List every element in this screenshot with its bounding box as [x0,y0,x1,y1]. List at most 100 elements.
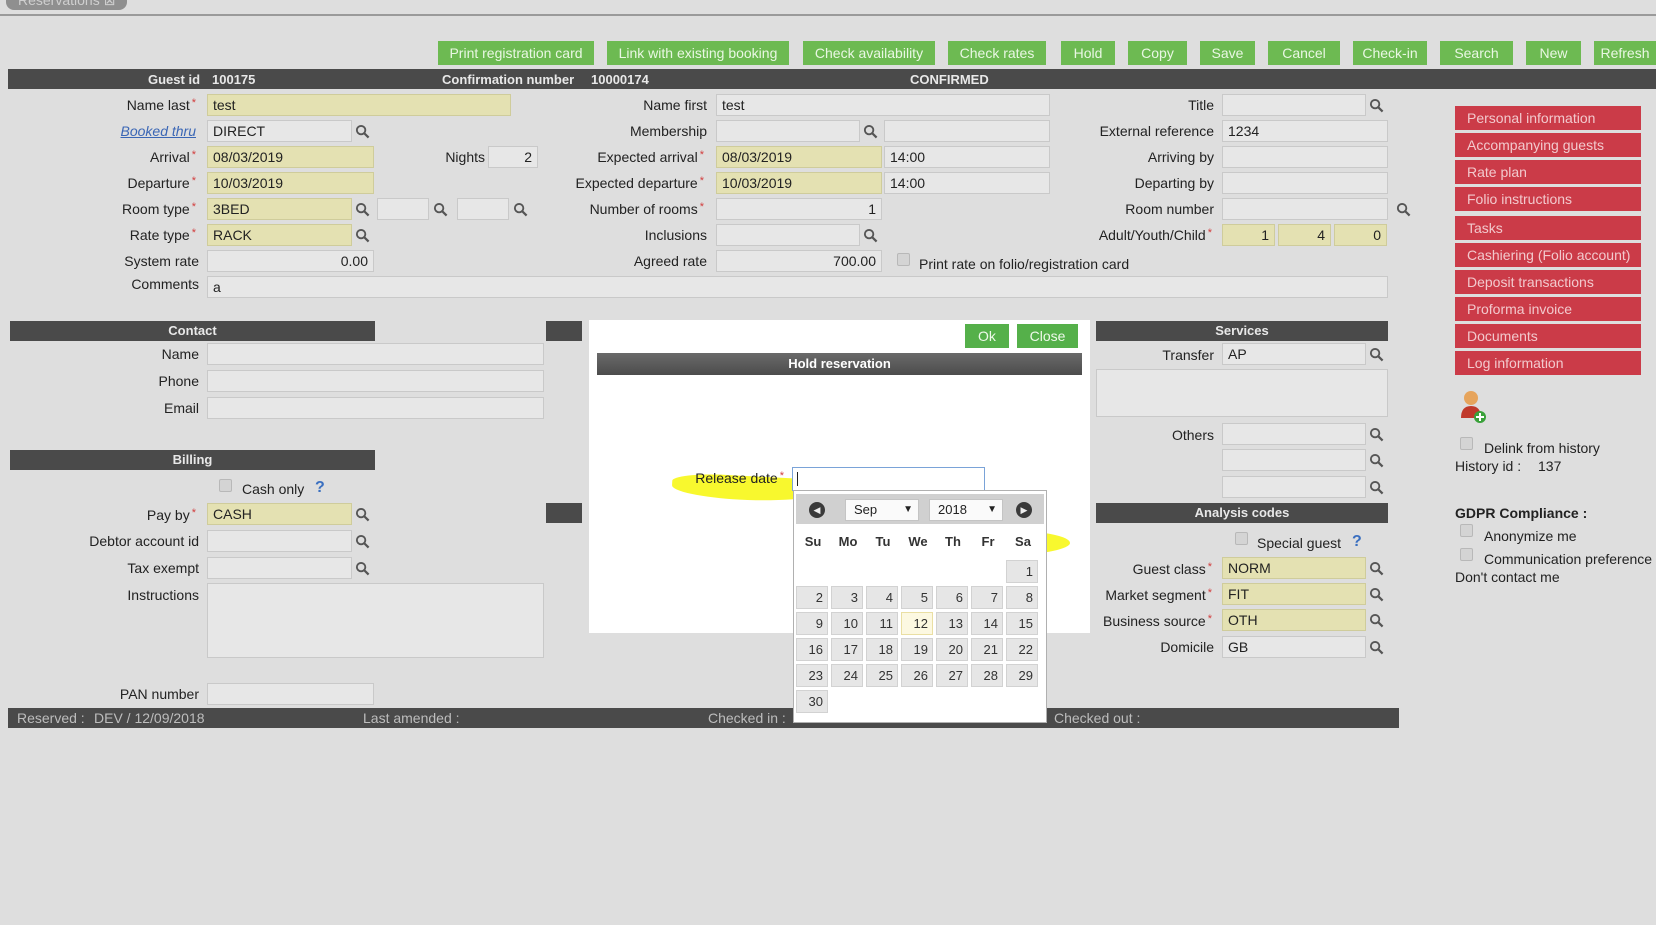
name-last-input[interactable]: test [207,94,511,116]
calendar-day[interactable]: 20 [936,638,968,661]
calendar-day[interactable]: 14 [971,612,1003,635]
rate-type-input[interactable]: RACK [207,224,352,246]
debtor-account-input[interactable] [207,530,352,552]
magnifier-icon[interactable] [351,224,373,246]
arriving-by-input[interactable] [1222,146,1388,168]
calendar-day[interactable]: 4 [866,586,898,609]
prev-month-icon[interactable]: ◀ [809,502,825,518]
magnifier-icon[interactable] [1365,557,1387,579]
market-segment-input[interactable]: FIT [1222,583,1366,605]
calendar-day[interactable]: 29 [1006,664,1038,687]
anonymize-checkbox[interactable] [1460,524,1473,537]
magnifier-icon[interactable] [1365,476,1387,498]
sidebar-item-proforma-invoice[interactable]: Proforma invoice [1455,297,1641,321]
room-number-input[interactable] [1222,198,1388,220]
others-input-2[interactable] [1222,449,1366,471]
sidebar-item-accompanying-guests[interactable]: Accompanying guests [1455,133,1641,157]
calendar-day[interactable]: 24 [831,664,863,687]
check-rates-button[interactable]: Check rates [948,41,1046,65]
nights-input[interactable]: 2 [488,146,538,168]
domicile-input[interactable]: GB [1222,636,1366,658]
sidebar-item-rate-plan[interactable]: Rate plan [1455,160,1641,184]
calendar-day[interactable]: 15 [1006,612,1038,635]
inclusions-input[interactable] [716,224,860,246]
tab-reservations[interactable]: Reservations ⊠ [6,0,128,10]
guest-class-input[interactable]: NORM [1222,557,1366,579]
calendar-day[interactable]: 13 [936,612,968,635]
business-source-input[interactable]: OTH [1222,609,1366,631]
external-reference-input[interactable]: 1234 [1222,120,1388,142]
calendar-day[interactable]: 19 [901,638,933,661]
calendar-day[interactable]: 1 [1006,560,1038,583]
contact-phone-input[interactable] [207,370,544,392]
sidebar-item-deposit-transactions[interactable]: Deposit transactions [1455,270,1641,294]
magnifier-icon[interactable] [351,503,373,525]
calendar-day[interactable]: 28 [971,664,1003,687]
system-rate-input[interactable]: 0.00 [207,250,374,272]
arrival-input[interactable]: 08/03/2019 [207,146,374,168]
pan-number-input[interactable] [207,683,374,705]
others-input-3[interactable] [1222,476,1366,498]
departing-by-input[interactable] [1222,172,1388,194]
copy-button[interactable]: Copy [1128,41,1187,65]
sidebar-item-personal-information[interactable]: Personal information [1455,106,1641,130]
refresh-button[interactable]: Refresh [1594,41,1656,65]
expected-departure-date[interactable]: 10/03/2019 [716,172,882,194]
transfer-input[interactable]: AP [1222,343,1366,365]
contact-email-input[interactable] [207,397,544,419]
magnifier-icon[interactable] [1365,449,1387,471]
name-first-input[interactable]: test [716,94,1050,116]
check-in-button[interactable]: Check-in [1353,41,1427,65]
calendar-day[interactable]: 21 [971,638,1003,661]
cash-only-checkbox[interactable] [219,479,232,492]
magnifier-icon[interactable] [859,224,881,246]
expected-departure-time[interactable]: 14:00 [884,172,1050,194]
magnifier-icon[interactable] [1365,609,1387,631]
title-input[interactable] [1222,94,1366,116]
magnifier-icon[interactable] [351,530,373,552]
sidebar-item-tasks[interactable]: Tasks [1455,216,1641,240]
expected-arrival-time[interactable]: 14:00 [884,146,1050,168]
cancel-button[interactable]: Cancel [1268,41,1340,65]
room-type-input[interactable]: 3BED [207,198,352,220]
membership-extra-input[interactable] [884,120,1050,142]
link-existing-booking-button[interactable]: Link with existing booking [607,41,789,65]
magnifier-icon[interactable] [351,120,373,142]
close-button[interactable]: Close [1017,324,1078,348]
search-button[interactable]: Search [1440,41,1513,65]
calendar-day[interactable]: 22 [1006,638,1038,661]
booked-thru-input[interactable]: DIRECT [207,120,352,142]
calendar-day[interactable]: 26 [901,664,933,687]
magnifier-icon[interactable] [1392,198,1414,220]
month-select[interactable]: Sep ▼ [845,499,919,521]
child-count-input[interactable]: 0 [1334,224,1387,246]
calendar-day[interactable]: 9 [796,612,828,635]
comments-input[interactable]: a [207,276,1388,298]
sidebar-item-cashiering[interactable]: Cashiering (Folio account) [1455,243,1641,267]
sidebar-item-documents[interactable]: Documents [1455,324,1641,348]
next-month-icon[interactable]: ▶ [1016,502,1032,518]
new-button[interactable]: New [1526,41,1581,65]
year-select[interactable]: 2018 ▼ [929,499,1003,521]
room-type-extra-2[interactable] [457,198,509,220]
magnifier-icon[interactable] [351,198,373,220]
room-type-extra-1[interactable] [377,198,429,220]
number-of-rooms-input[interactable]: 1 [716,198,882,220]
tax-exempt-input[interactable] [207,557,352,579]
magnifier-icon[interactable] [351,557,373,579]
instructions-textarea[interactable] [207,583,544,658]
help-icon[interactable]: ? [1352,533,1362,551]
release-date-input[interactable] [792,467,985,491]
magnifier-icon[interactable] [1365,583,1387,605]
calendar-day[interactable]: 5 [901,586,933,609]
calendar-day[interactable]: 16 [796,638,828,661]
magnifier-icon[interactable] [1365,94,1387,116]
pay-by-input[interactable]: CASH [207,503,352,525]
help-icon[interactable]: ? [315,479,325,497]
calendar-day[interactable]: 23 [796,664,828,687]
calendar-day[interactable]: 18 [866,638,898,661]
hold-button[interactable]: Hold [1061,41,1115,65]
others-input-1[interactable] [1222,423,1366,445]
magnifier-icon[interactable] [509,198,531,220]
delink-history-checkbox[interactable] [1460,437,1473,450]
